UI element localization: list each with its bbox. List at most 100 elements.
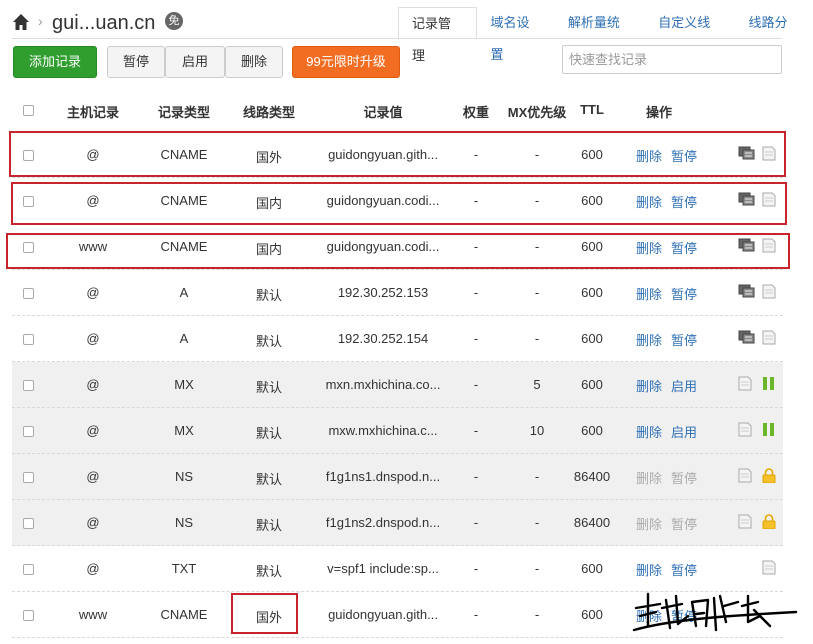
- cell-value: f1g1ns2.dnspod.n...: [325, 515, 441, 530]
- delete-button[interactable]: 删除: [225, 46, 283, 78]
- lock-icon[interactable]: [762, 514, 776, 534]
- delete-record-link[interactable]: 删除: [636, 330, 662, 349]
- delete-record-link[interactable]: 删除: [636, 376, 662, 395]
- remark-icon[interactable]: [738, 192, 756, 211]
- remark-icon[interactable]: [738, 146, 756, 165]
- tab-custom-lines[interactable]: 自定义线路: [645, 7, 735, 62]
- row-checkbox[interactable]: [23, 518, 34, 529]
- cell-host: @: [86, 331, 100, 346]
- note-icon[interactable]: [762, 330, 776, 350]
- cell-mx-priority: -: [534, 193, 540, 208]
- row-checkbox[interactable]: [23, 288, 34, 299]
- chevron-right-icon: ›: [38, 13, 43, 29]
- tab-resolution-stats[interactable]: 解析量统计: [555, 7, 645, 62]
- cell-line: 国内: [255, 196, 283, 211]
- tab-record-management[interactable]: 记录管理: [398, 7, 478, 63]
- paused-icon[interactable]: [762, 422, 776, 442]
- cell-weight: -: [473, 147, 479, 162]
- remark-icon[interactable]: [738, 238, 756, 257]
- delete-record-link[interactable]: 删除: [636, 284, 662, 303]
- cell-weight: -: [473, 239, 479, 254]
- cell-type: NS: [174, 469, 194, 484]
- quick-search-input[interactable]: [562, 45, 782, 74]
- cell-mx-priority: -: [534, 285, 540, 300]
- note-icon[interactable]: [762, 238, 776, 258]
- cell-host: www: [78, 607, 108, 622]
- note-icon[interactable]: [738, 376, 752, 396]
- upgrade-button[interactable]: 99元限时升级: [292, 46, 400, 78]
- pause-record-link: 暂停: [671, 517, 698, 532]
- pause-record-link: 暂停: [671, 471, 698, 486]
- cell-type: CNAME: [160, 607, 208, 622]
- note-icon[interactable]: [762, 284, 776, 304]
- cell-ttl: 600: [581, 561, 603, 576]
- cell-ttl: 600: [581, 285, 603, 300]
- cell-line: 默认: [255, 334, 283, 349]
- home-icon[interactable]: [12, 13, 30, 31]
- cell-ttl: 600: [581, 239, 603, 254]
- cell-line: 国外: [255, 610, 283, 625]
- tab-domain-settings[interactable]: 域名设置: [477, 7, 554, 62]
- table-row: @ A 默认 192.30.252.153 - - 600 删除 暂停: [12, 270, 783, 316]
- cell-value: 192.30.252.154: [337, 331, 429, 346]
- cell-mx-priority: 10: [529, 423, 545, 438]
- row-checkbox[interactable]: [23, 564, 34, 575]
- cell-type: A: [179, 331, 189, 346]
- note-icon[interactable]: [762, 560, 776, 580]
- table-header: 主机记录 记录类型 线路类型 记录值 权重 MX优先级 TTL 操作: [12, 96, 783, 124]
- add-record-button[interactable]: 添加记录: [13, 46, 97, 78]
- remark-icon[interactable]: [738, 284, 756, 303]
- pause-record-link[interactable]: 暂停: [671, 284, 697, 303]
- row-checkbox[interactable]: [23, 334, 34, 345]
- row-checkbox[interactable]: [23, 242, 34, 253]
- delete-record-link: 删除: [636, 471, 663, 486]
- pause-button[interactable]: 暂停: [107, 46, 165, 78]
- tab-line-groups[interactable]: 线路分组: [736, 7, 813, 62]
- enable-record-link[interactable]: 启用: [671, 422, 697, 441]
- cell-mx-priority: -: [534, 239, 540, 254]
- col-weight: 权重: [462, 105, 490, 120]
- delete-record-link[interactable]: 删除: [636, 192, 662, 211]
- cell-mx-priority: 5: [533, 377, 541, 392]
- cell-host: @: [86, 469, 100, 484]
- row-checkbox[interactable]: [23, 472, 34, 483]
- remark-icon[interactable]: [738, 330, 756, 349]
- pause-record-link[interactable]: 暂停: [671, 238, 697, 257]
- paused-icon[interactable]: [762, 376, 776, 396]
- delete-record-link[interactable]: 删除: [636, 238, 662, 257]
- pause-record-link[interactable]: 暂停: [671, 330, 697, 349]
- note-icon[interactable]: [738, 422, 752, 442]
- lock-icon[interactable]: [762, 468, 776, 488]
- cell-mx-priority: -: [534, 561, 540, 576]
- pause-record-link[interactable]: 暂停: [671, 146, 697, 165]
- col-mx-priority: MX优先级: [507, 105, 567, 120]
- cell-ttl: 600: [581, 147, 603, 162]
- row-checkbox[interactable]: [23, 150, 34, 161]
- row-checkbox[interactable]: [23, 380, 34, 391]
- cell-host: www: [78, 239, 108, 254]
- enable-record-link[interactable]: 启用: [671, 376, 697, 395]
- cell-weight: -: [473, 515, 479, 530]
- delete-record-link[interactable]: 删除: [636, 422, 662, 441]
- note-icon[interactable]: [738, 468, 752, 488]
- note-icon[interactable]: [762, 146, 776, 166]
- enable-button[interactable]: 启用: [165, 46, 225, 78]
- select-all-checkbox[interactable]: [23, 105, 34, 116]
- row-checkbox[interactable]: [23, 610, 34, 621]
- cell-host: @: [86, 423, 100, 438]
- pause-record-link[interactable]: 暂停: [671, 560, 697, 579]
- cell-type: MX: [174, 423, 194, 438]
- note-icon[interactable]: [738, 514, 752, 534]
- row-checkbox[interactable]: [23, 426, 34, 437]
- delete-record-link[interactable]: 删除: [636, 560, 662, 579]
- col-actions: 操作: [645, 105, 673, 120]
- cell-ttl: 86400: [573, 515, 611, 530]
- note-icon[interactable]: [762, 192, 776, 212]
- row-checkbox[interactable]: [23, 196, 34, 207]
- col-line: 线路类型: [242, 105, 296, 120]
- table-row: @ MX 默认 mxw.mxhichina.c... - 10 600 删除 启用: [12, 408, 783, 454]
- pause-record-link[interactable]: 暂停: [671, 192, 697, 211]
- cell-mx-priority: -: [534, 515, 540, 530]
- delete-record-link: 删除: [636, 517, 663, 532]
- delete-record-link[interactable]: 删除: [636, 146, 662, 165]
